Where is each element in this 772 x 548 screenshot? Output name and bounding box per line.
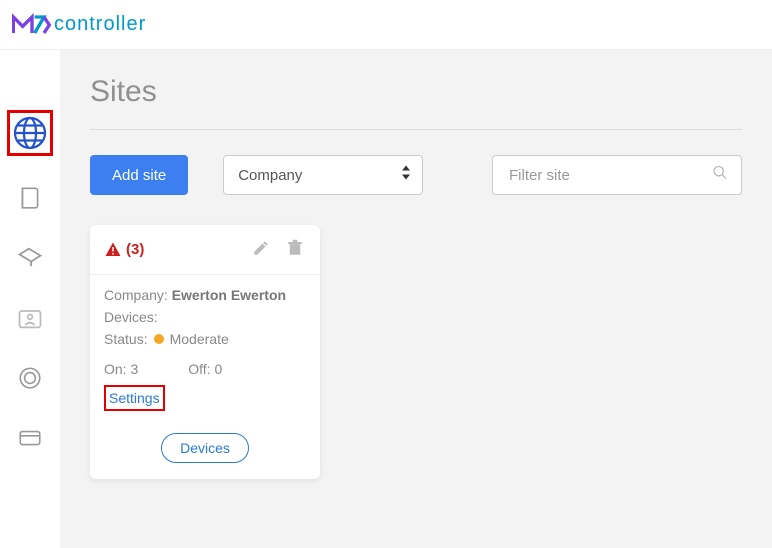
status-dot-icon: [154, 334, 164, 344]
sidebar: [0, 50, 60, 548]
group-by-select[interactable]: Company: [223, 155, 423, 195]
delete-button[interactable]: [284, 237, 306, 262]
sidebar-item-circle[interactable]: [12, 360, 48, 396]
on-label: On:: [104, 361, 127, 377]
on-value: 3: [130, 361, 138, 377]
divider: [90, 129, 742, 130]
card-header: (3): [90, 225, 320, 275]
company-value: Ewerton Ewerton: [172, 287, 286, 303]
page-title: Sites: [90, 75, 742, 109]
edit-button[interactable]: [250, 237, 272, 262]
alert-count: (3): [126, 241, 144, 258]
main-content: Sites Add site Company: [60, 50, 772, 548]
site-card: (3) Company:: [90, 225, 320, 479]
toolbar: Add site Company: [90, 155, 742, 195]
pencil-icon: [252, 239, 270, 257]
brand-logo[interactable]: controller: [12, 10, 146, 40]
sidebar-item-card[interactable]: [12, 420, 48, 456]
company-label: Company:: [104, 287, 168, 303]
credit-card-icon: [17, 425, 43, 451]
globe-icon: [12, 115, 48, 151]
status-value: Moderate: [170, 331, 229, 347]
sidebar-item-book[interactable]: [12, 180, 48, 216]
brand-name: controller: [54, 13, 146, 36]
search-icon: [712, 165, 728, 186]
app-header: controller: [0, 0, 772, 50]
off-label: Off:: [188, 361, 210, 377]
warning-icon: [104, 241, 122, 259]
book-icon: [17, 185, 43, 211]
status-label: Status:: [104, 331, 148, 347]
trash-icon: [286, 239, 304, 257]
card-body: Company: Ewerton Ewerton Devices: Status…: [90, 275, 320, 427]
devices-button[interactable]: Devices: [161, 433, 249, 463]
settings-link[interactable]: Settings: [106, 388, 163, 408]
circle-icon: [17, 365, 43, 391]
add-site-button[interactable]: Add site: [90, 155, 188, 195]
id-card-icon: [16, 304, 44, 332]
sidebar-item-sites[interactable]: [7, 110, 53, 156]
filter-input[interactable]: [492, 155, 742, 195]
sidebar-item-ticket[interactable]: [12, 240, 48, 276]
sidebar-item-id[interactable]: [12, 300, 48, 336]
logo-mark-icon: [12, 10, 52, 40]
ticket-icon: [16, 244, 44, 272]
devices-label: Devices:: [104, 309, 158, 325]
alert-badge[interactable]: (3): [104, 241, 144, 259]
off-value: 0: [214, 361, 222, 377]
card-footer: Devices: [90, 427, 320, 479]
